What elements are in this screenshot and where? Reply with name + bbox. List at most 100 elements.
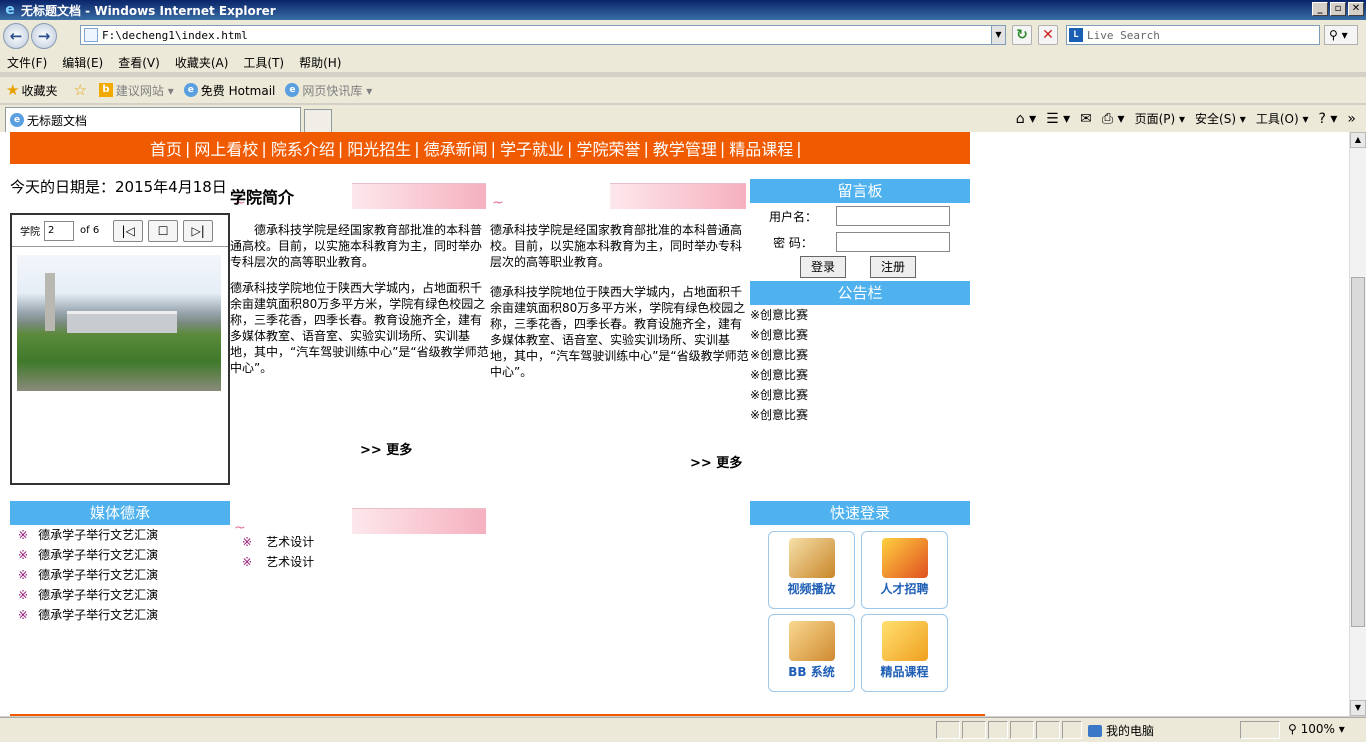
notice-item[interactable]: ※创意比赛: [750, 405, 970, 425]
search-input[interactable]: L Live Search: [1066, 25, 1320, 45]
people-icon: [881, 621, 928, 661]
web-slice-gallery-link[interactable]: e 网页快讯库 ▾: [285, 82, 372, 99]
pdf-page-input[interactable]: 2: [44, 220, 74, 241]
bing-icon: b: [98, 83, 113, 97]
media-item[interactable]: ※ 德承学子举行文艺汇演: [10, 605, 230, 625]
bullet-icon: ※: [18, 588, 29, 602]
suggested-sites-link[interactable]: b 建议网站 ▾: [98, 82, 174, 99]
address-url[interactable]: F:\decheng1\index.html: [102, 29, 991, 42]
intro2-more-link[interactable]: >> 更多: [690, 452, 742, 471]
vertical-scrollbar[interactable]: ▲ ▼: [1349, 132, 1366, 716]
menu-edit[interactable]: 编辑(E): [62, 54, 103, 71]
art-item[interactable]: ※ 艺术设计: [242, 532, 314, 552]
scroll-down-icon[interactable]: ▼: [1350, 700, 1366, 716]
media-item[interactable]: ※ 德承学子举行文艺汇演: [10, 545, 230, 565]
tab-current[interactable]: e 无标题文档: [5, 107, 301, 132]
address-bar[interactable]: F:\decheng1\index.html ▼: [80, 25, 1006, 45]
hotmail-link[interactable]: e 免费 Hotmail: [183, 82, 275, 99]
bullet-icon: ※: [18, 568, 29, 582]
intro-paragraph-2: 德承科技学院地位于陕西大学城内，占地面积千余亩建筑面积80万多平方米，学院有绿色…: [230, 281, 489, 375]
art-item[interactable]: ※ 艺术设计: [242, 552, 314, 572]
password-input[interactable]: [836, 232, 950, 252]
forward-button[interactable]: →: [31, 23, 57, 49]
refresh-icon[interactable]: ↻: [1012, 25, 1032, 45]
register-button[interactable]: 注册: [870, 256, 916, 278]
login-button[interactable]: 登录: [800, 256, 846, 278]
username-input[interactable]: [836, 206, 950, 226]
feeds-icon[interactable]: ☰ ▾: [1046, 111, 1070, 127]
close-window-button[interactable]: ✕: [1348, 2, 1364, 16]
menu-tools[interactable]: 工具(T): [243, 54, 284, 71]
status-cell: [988, 721, 1008, 739]
last-page-button[interactable]: ▷|: [183, 219, 214, 242]
tools-menu[interactable]: 工具(O) ▾: [1256, 110, 1309, 127]
page-viewport: 首页 | 网上看校 | 院系介绍 | 阳光招生 | 德承新闻 | 学子就业 | 学院荣誉 | …: [0, 132, 1350, 716]
more-chevron-icon[interactable]: »: [1347, 111, 1356, 127]
print-icon[interactable]: ⎙ ▾: [1102, 111, 1125, 127]
minimize-button[interactable]: _: [1312, 2, 1328, 16]
notice-item[interactable]: ※创意比赛: [750, 365, 970, 385]
home-icon[interactable]: ⌂ ▾: [1016, 111, 1036, 127]
mail-icon[interactable]: ✉: [1080, 111, 1092, 127]
ie-logo-icon: e: [5, 2, 15, 18]
first-page-button[interactable]: |◁: [113, 219, 144, 242]
notice-item[interactable]: ※创意比赛: [750, 345, 970, 365]
scroll-up-icon[interactable]: ▲: [1350, 132, 1366, 148]
media-item[interactable]: ※ 德承学子举行文艺汇演: [10, 585, 230, 605]
ie-page-icon: e: [183, 83, 198, 97]
art-list: ※ 艺术设计 ※ 艺术设计: [242, 532, 314, 572]
notice-item[interactable]: ※创意比赛: [750, 325, 970, 345]
media-item[interactable]: ※ 德承学子举行文艺汇演: [10, 565, 230, 585]
search-button[interactable]: ⚲ ▾: [1324, 25, 1358, 45]
bullet-icon: ※: [18, 548, 29, 562]
menu-file[interactable]: 文件(F): [7, 54, 47, 71]
nav-home[interactable]: 首页: [150, 136, 182, 160]
status-cell: [962, 721, 986, 739]
search-placeholder: Live Search: [1087, 28, 1160, 42]
intro-more-link[interactable]: >> 更多: [360, 439, 412, 458]
pdf-page-count: of 6: [80, 225, 100, 236]
video-label: 视频播放: [787, 582, 836, 596]
nav-admissions[interactable]: 阳光招生: [347, 136, 411, 160]
menu-view[interactable]: 查看(V): [118, 54, 160, 71]
nav-teaching[interactable]: 教学管理: [653, 136, 717, 160]
add-favorite-icon[interactable]: ☆: [67, 81, 88, 99]
scroll-thumb[interactable]: [1351, 277, 1365, 627]
favorites-button[interactable]: ★ 收藏夹: [0, 81, 57, 99]
video-tile[interactable]: 视频播放: [768, 531, 855, 609]
nav-employment[interactable]: 学子就业: [500, 136, 564, 160]
media-item[interactable]: ※ 德承学子举行文艺汇演: [10, 525, 230, 545]
photo-tower: [45, 273, 55, 331]
address-dropdown-icon[interactable]: ▼: [991, 26, 1005, 44]
stop-icon[interactable]: ✕: [1038, 25, 1058, 45]
media-item-label: 德承学子举行文艺汇演: [38, 608, 159, 622]
zoom-level: 100%: [1300, 722, 1335, 736]
recruit-tile[interactable]: 人才招聘: [861, 531, 948, 609]
nav-departments[interactable]: 院系介绍: [271, 136, 335, 160]
password-label: 密 码：: [773, 235, 813, 250]
page-menu[interactable]: 页面(P) ▾: [1135, 110, 1185, 127]
menu-favorites[interactable]: 收藏夹(A): [175, 54, 229, 71]
nav-online-tour[interactable]: 网上看校: [194, 136, 258, 160]
address-toolbar: ← → F:\decheng1\index.html ▼ ↻ ✕ L Live …: [0, 20, 1366, 52]
menu-help[interactable]: 帮助(H): [299, 54, 341, 71]
security-zone[interactable]: 我的电脑: [1088, 722, 1154, 739]
bb-system-tile[interactable]: BB 系统: [768, 614, 855, 692]
help-icon[interactable]: ? ▾: [1319, 111, 1338, 127]
courses-tile[interactable]: 精品课程: [861, 614, 948, 692]
nav-news[interactable]: 德承新闻: [424, 136, 488, 160]
new-tab-button[interactable]: [304, 109, 332, 132]
favorites-bar: ★ 收藏夹 ☆ b 建议网站 ▾ e 免费 Hotmail e 网页快讯库 ▾: [0, 77, 1366, 103]
back-button[interactable]: ←: [3, 23, 29, 49]
notice-item[interactable]: ※创意比赛: [750, 385, 970, 405]
nav-honors[interactable]: 学院荣誉: [576, 136, 640, 160]
nav-courses[interactable]: 精品课程: [729, 136, 793, 160]
bb-system-label: BB 系统: [788, 665, 835, 679]
notice-item[interactable]: ※创意比赛: [750, 305, 970, 325]
fit-page-button[interactable]: ☐: [148, 219, 179, 242]
safety-menu[interactable]: 安全(S) ▾: [1195, 110, 1246, 127]
restore-button[interactable]: ▫: [1330, 2, 1346, 16]
protected-mode-icon[interactable]: [1240, 721, 1280, 739]
zoom-control[interactable]: ⚲ 100% ▾: [1288, 722, 1345, 736]
zoom-icon: ⚲: [1288, 722, 1297, 736]
